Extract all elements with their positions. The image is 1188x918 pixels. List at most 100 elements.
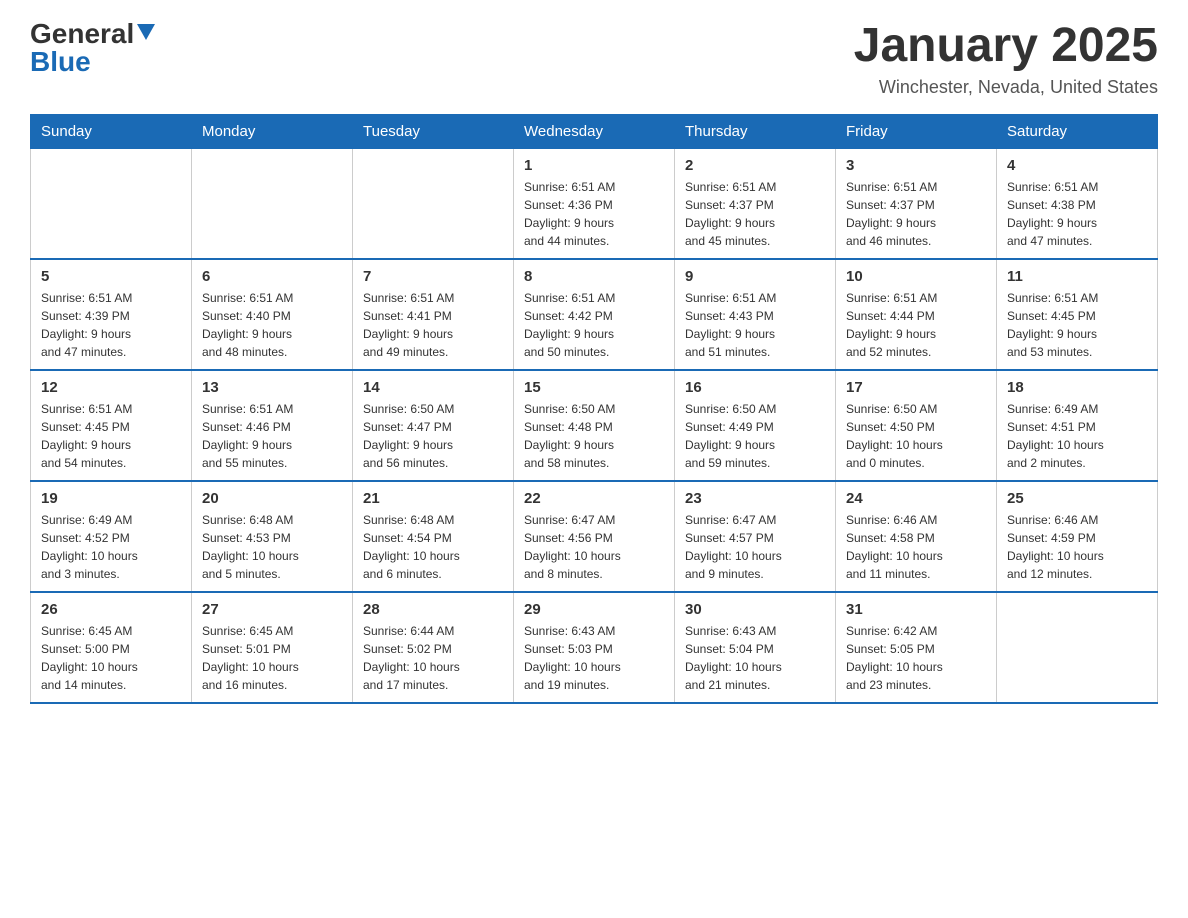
calendar-cell: 2 Sunrise: 6:51 AM Sunset: 4:37 PM Daylig… (675, 148, 836, 259)
calendar-cell: 14Sunrise: 6:50 AM Sunset: 4:47 PM Dayli… (353, 370, 514, 481)
day-info: Sunrise: 6:49 AM Sunset: 4:51 PM Dayligh… (1007, 400, 1147, 472)
day-number: 8 (524, 268, 664, 285)
day-info: Sunrise: 6:51 AM Sunset: 4:41 PM Dayligh… (363, 289, 503, 361)
day-number: 22 (524, 490, 664, 507)
day-number: 30 (685, 601, 825, 618)
day-info: Sunrise: 6:51 AM Sunset: 4:37 PM Dayligh… (685, 178, 825, 250)
page-header: General Blue January 2025 Winchester, Ne… (30, 20, 1158, 98)
day-info: Sunrise: 6:45 AM Sunset: 5:00 PM Dayligh… (41, 622, 181, 694)
calendar-cell: 20 Sunrise: 6:48 AM Sunset: 4:53 PM Dayli… (192, 481, 353, 592)
logo-blue-text: Blue (30, 48, 91, 76)
day-info: Sunrise: 6:50 AM Sunset: 4:50 PM Dayligh… (846, 400, 986, 472)
day-info: Sunrise: 6:46 AM Sunset: 4:59 PM Dayligh… (1007, 511, 1147, 583)
calendar-cell: 1Sunrise: 6:51 AM Sunset: 4:36 PM Daylig… (514, 148, 675, 259)
day-number: 17 (846, 379, 986, 396)
calendar-cell: 9Sunrise: 6:51 AM Sunset: 4:43 PM Daylig… (675, 259, 836, 370)
calendar-cell (997, 592, 1158, 703)
header-sunday: Sunday (31, 114, 192, 148)
day-number: 26 (41, 601, 181, 618)
day-number: 11 (1007, 268, 1147, 285)
header-thursday: Thursday (675, 114, 836, 148)
day-info: Sunrise: 6:51 AM Sunset: 4:39 PM Dayligh… (41, 289, 181, 361)
day-number: 9 (685, 268, 825, 285)
calendar-cell: 22 Sunrise: 6:47 AM Sunset: 4:56 PM Dayli… (514, 481, 675, 592)
day-number: 20 (202, 490, 342, 507)
day-number: 29 (524, 601, 664, 618)
calendar-body: 1Sunrise: 6:51 AM Sunset: 4:36 PM Daylig… (31, 148, 1158, 703)
calendar-cell: 6 Sunrise: 6:51 AM Sunset: 4:40 PM Daylig… (192, 259, 353, 370)
day-number: 3 (846, 157, 986, 174)
day-info: Sunrise: 6:51 AM Sunset: 4:38 PM Dayligh… (1007, 178, 1147, 250)
day-info: Sunrise: 6:44 AM Sunset: 5:02 PM Dayligh… (363, 622, 503, 694)
day-info: Sunrise: 6:48 AM Sunset: 4:54 PM Dayligh… (363, 511, 503, 583)
day-info: Sunrise: 6:50 AM Sunset: 4:49 PM Dayligh… (685, 400, 825, 472)
day-info: Sunrise: 6:47 AM Sunset: 4:56 PM Dayligh… (524, 511, 664, 583)
calendar-cell: 15Sunrise: 6:50 AM Sunset: 4:48 PM Dayli… (514, 370, 675, 481)
day-number: 24 (846, 490, 986, 507)
logo-general-text: General (30, 20, 134, 48)
day-number: 5 (41, 268, 181, 285)
calendar-cell: 11Sunrise: 6:51 AM Sunset: 4:45 PM Dayli… (997, 259, 1158, 370)
calendar-cell: 30 Sunrise: 6:43 AM Sunset: 5:04 PM Dayli… (675, 592, 836, 703)
logo-triangle-icon (137, 24, 155, 42)
day-number: 21 (363, 490, 503, 507)
calendar-cell: 7 Sunrise: 6:51 AM Sunset: 4:41 PM Daylig… (353, 259, 514, 370)
day-info: Sunrise: 6:43 AM Sunset: 5:04 PM Dayligh… (685, 622, 825, 694)
calendar-cell: 25Sunrise: 6:46 AM Sunset: 4:59 PM Dayli… (997, 481, 1158, 592)
calendar-title: January 2025 (854, 20, 1158, 73)
day-number: 13 (202, 379, 342, 396)
day-info: Sunrise: 6:46 AM Sunset: 4:58 PM Dayligh… (846, 511, 986, 583)
day-info: Sunrise: 6:51 AM Sunset: 4:46 PM Dayligh… (202, 400, 342, 472)
day-number: 16 (685, 379, 825, 396)
calendar-cell: 24 Sunrise: 6:46 AM Sunset: 4:58 PM Dayli… (836, 481, 997, 592)
day-info: Sunrise: 6:51 AM Sunset: 4:42 PM Dayligh… (524, 289, 664, 361)
calendar-cell: 21 Sunrise: 6:48 AM Sunset: 4:54 PM Dayli… (353, 481, 514, 592)
day-info: Sunrise: 6:51 AM Sunset: 4:37 PM Dayligh… (846, 178, 986, 250)
day-info: Sunrise: 6:49 AM Sunset: 4:52 PM Dayligh… (41, 511, 181, 583)
calendar-cell (353, 148, 514, 259)
day-number: 6 (202, 268, 342, 285)
day-info: Sunrise: 6:50 AM Sunset: 4:47 PM Dayligh… (363, 400, 503, 472)
header-tuesday: Tuesday (353, 114, 514, 148)
day-number: 1 (524, 157, 664, 174)
calendar-cell: 17 Sunrise: 6:50 AM Sunset: 4:50 PM Dayli… (836, 370, 997, 481)
days-of-week-row: Sunday Monday Tuesday Wednesday Thursday… (31, 114, 1158, 148)
header-wednesday: Wednesday (514, 114, 675, 148)
calendar-table: Sunday Monday Tuesday Wednesday Thursday… (30, 114, 1158, 704)
day-info: Sunrise: 6:51 AM Sunset: 4:45 PM Dayligh… (41, 400, 181, 472)
calendar-week-4: 26 Sunrise: 6:45 AM Sunset: 5:00 PM Dayli… (31, 592, 1158, 703)
header-saturday: Saturday (997, 114, 1158, 148)
calendar-cell: 31Sunrise: 6:42 AM Sunset: 5:05 PM Dayli… (836, 592, 997, 703)
day-number: 23 (685, 490, 825, 507)
day-info: Sunrise: 6:45 AM Sunset: 5:01 PM Dayligh… (202, 622, 342, 694)
day-number: 19 (41, 490, 181, 507)
day-number: 10 (846, 268, 986, 285)
calendar-header: Sunday Monday Tuesday Wednesday Thursday… (31, 114, 1158, 148)
calendar-cell: 3 Sunrise: 6:51 AM Sunset: 4:37 PM Daylig… (836, 148, 997, 259)
day-number: 18 (1007, 379, 1147, 396)
day-number: 2 (685, 157, 825, 174)
calendar-week-2: 12 Sunrise: 6:51 AM Sunset: 4:45 PM Dayli… (31, 370, 1158, 481)
calendar-cell: 19 Sunrise: 6:49 AM Sunset: 4:52 PM Dayli… (31, 481, 192, 592)
day-info: Sunrise: 6:48 AM Sunset: 4:53 PM Dayligh… (202, 511, 342, 583)
day-info: Sunrise: 6:51 AM Sunset: 4:40 PM Dayligh… (202, 289, 342, 361)
calendar-cell: 4Sunrise: 6:51 AM Sunset: 4:38 PM Daylig… (997, 148, 1158, 259)
day-info: Sunrise: 6:47 AM Sunset: 4:57 PM Dayligh… (685, 511, 825, 583)
calendar-week-1: 5 Sunrise: 6:51 AM Sunset: 4:39 PM Daylig… (31, 259, 1158, 370)
header-monday: Monday (192, 114, 353, 148)
logo: General Blue (30, 20, 155, 76)
calendar-cell: 18 Sunrise: 6:49 AM Sunset: 4:51 PM Dayli… (997, 370, 1158, 481)
day-number: 28 (363, 601, 503, 618)
calendar-cell: 26 Sunrise: 6:45 AM Sunset: 5:00 PM Dayli… (31, 592, 192, 703)
day-number: 12 (41, 379, 181, 396)
day-number: 15 (524, 379, 664, 396)
calendar-cell: 5 Sunrise: 6:51 AM Sunset: 4:39 PM Daylig… (31, 259, 192, 370)
calendar-cell: 8 Sunrise: 6:51 AM Sunset: 4:42 PM Daylig… (514, 259, 675, 370)
calendar-cell: 28 Sunrise: 6:44 AM Sunset: 5:02 PM Dayli… (353, 592, 514, 703)
header-friday: Friday (836, 114, 997, 148)
calendar-cell: 12 Sunrise: 6:51 AM Sunset: 4:45 PM Dayli… (31, 370, 192, 481)
day-number: 7 (363, 268, 503, 285)
calendar-cell: 29 Sunrise: 6:43 AM Sunset: 5:03 PM Dayli… (514, 592, 675, 703)
day-info: Sunrise: 6:43 AM Sunset: 5:03 PM Dayligh… (524, 622, 664, 694)
day-info: Sunrise: 6:42 AM Sunset: 5:05 PM Dayligh… (846, 622, 986, 694)
